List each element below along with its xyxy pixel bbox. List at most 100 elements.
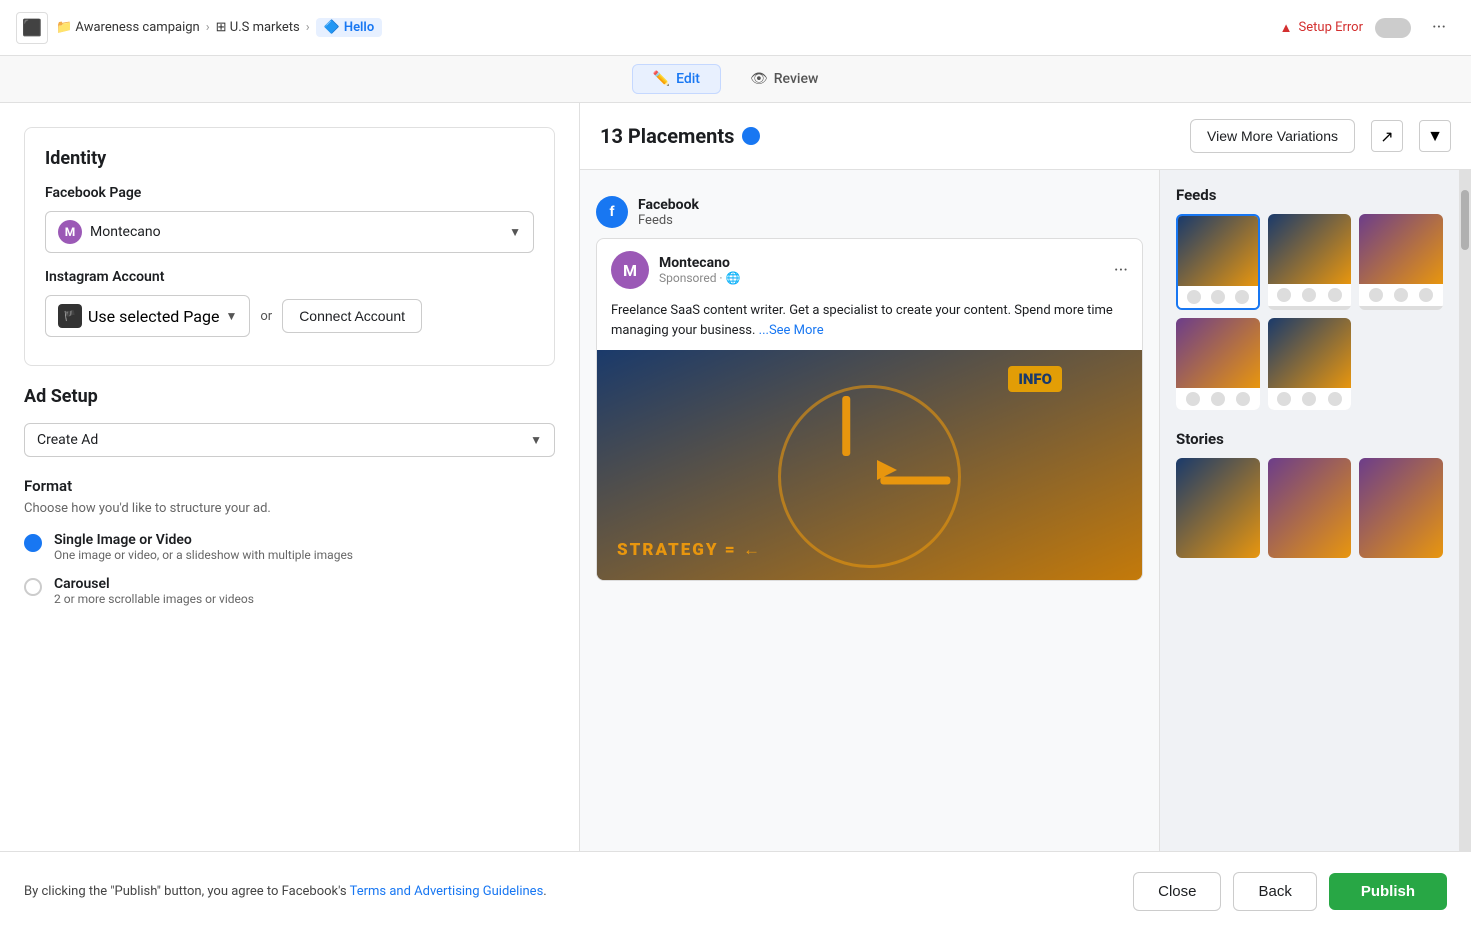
single-image-radio[interactable] (24, 534, 42, 552)
thumbnails-panel: Feeds (1159, 170, 1459, 851)
feed-thumb-3-image (1359, 214, 1443, 284)
terms-link[interactable]: Terms and Advertising Guidelines (350, 884, 544, 899)
topbar: ⬛ 📁 Awareness campaign › ⊞ U.S markets ›… (0, 0, 1471, 56)
expand-icon: ↗ (1380, 127, 1393, 146)
scrollbar-thumb[interactable] (1461, 190, 1469, 250)
topbar-right: ▲ Setup Error ··· (1280, 12, 1455, 44)
stories-section-label: Stories (1176, 430, 1443, 448)
story-thumb-1[interactable] (1176, 458, 1260, 558)
facebook-page-chevron-icon: ▼ (509, 225, 521, 239)
ad-image: INFO STRATEGY = ← (597, 350, 1142, 580)
publish-button[interactable]: Publish (1329, 873, 1447, 910)
feed-thumb-3-controls (1359, 284, 1443, 306)
facebook-label: Facebook (638, 197, 699, 213)
tab-review[interactable]: 👁 Review (729, 64, 839, 94)
thumb-control-8 (1394, 288, 1408, 302)
montecano-avatar: M (58, 220, 82, 244)
story-thumb-3[interactable] (1359, 458, 1443, 558)
breadcrumb-item-hello[interactable]: 🔷 Hello (316, 18, 383, 37)
placements-dot-indicator (742, 127, 760, 145)
feed-thumb-5[interactable] (1268, 318, 1352, 410)
feed-thumb-3[interactable] (1359, 214, 1443, 310)
feed-thumb-1-image (1178, 216, 1258, 286)
connect-account-button[interactable]: Connect Account (282, 299, 422, 333)
feed-thumb-1[interactable] (1176, 214, 1260, 310)
tab-edit[interactable]: ✏️ Edit (632, 64, 721, 94)
instagram-icon: 🏴 (58, 304, 82, 328)
create-ad-chevron-icon: ▼ (530, 433, 542, 447)
facebook-page-inner: M Montecano (58, 220, 509, 244)
feed-thumb-2-controls (1268, 284, 1352, 306)
format-single-image-option[interactable]: Single Image or Video One image or video… (24, 532, 555, 562)
single-image-label: Single Image or Video (54, 532, 353, 548)
facebook-page-select[interactable]: M Montecano ▼ (45, 211, 534, 253)
story-thumb-1-image (1176, 458, 1260, 558)
feed-thumb-4[interactable] (1176, 318, 1260, 410)
grid-icon: ⊞ (216, 20, 227, 35)
back-button[interactable]: Back (1233, 872, 1316, 911)
format-carousel-option[interactable]: Carousel 2 or more scrollable images or … (24, 576, 555, 606)
instagram-row: 🏴 Use selected Page ▼ or Connect Account (45, 295, 534, 337)
breadcrumb-sep-2: › (306, 20, 310, 35)
carousel-radio[interactable] (24, 578, 42, 596)
story-thumb-2[interactable] (1268, 458, 1352, 558)
instagram-account-label: Instagram Account (45, 269, 534, 285)
thumb-control-1 (1187, 290, 1201, 304)
format-label: Format (24, 477, 555, 495)
setup-error-indicator: ▲ Setup Error (1280, 20, 1363, 36)
feed-thumb-4-image (1176, 318, 1260, 388)
feed-thumb-4-controls (1176, 388, 1260, 410)
thumb-control-5 (1302, 288, 1316, 302)
identity-section: Identity Facebook Page M Montecano ▼ Ins… (24, 127, 555, 366)
feeds-thumbnails-grid (1176, 214, 1443, 410)
sidebar-toggle-button[interactable]: ⬛ (16, 12, 48, 44)
right-scrollbar[interactable] (1459, 170, 1471, 851)
more-options-button[interactable]: ··· (1423, 12, 1455, 44)
ad-more-button[interactable]: ··· (1114, 260, 1128, 281)
ad-setup-title: Ad Setup (24, 386, 555, 407)
feeds-section-label: Feeds (1176, 186, 1443, 204)
dropdown-button[interactable]: ▼ (1419, 120, 1451, 152)
single-image-sub: One image or video, or a slideshow with … (54, 548, 353, 562)
bottom-actions: Close Back Publish (1133, 872, 1447, 911)
setup-error-toggle[interactable] (1375, 18, 1411, 38)
dropdown-icon: ▼ (1427, 126, 1443, 146)
thumb-control-13 (1277, 392, 1291, 406)
see-more-link[interactable]: ...See More (759, 323, 824, 338)
carousel-label: Carousel (54, 576, 254, 592)
thumb-control-4 (1277, 288, 1291, 302)
preview-header: 13 Placements View More Variations ↗ ▼ (580, 103, 1471, 170)
page-icon: 🔷 (324, 20, 340, 35)
left-panel: Identity Facebook Page M Montecano ▼ Ins… (0, 103, 580, 851)
or-label: or (260, 309, 272, 324)
feed-thumb-5-controls (1268, 388, 1352, 410)
instagram-use-selected-button[interactable]: 🏴 Use selected Page ▼ (45, 295, 250, 337)
feed-thumb-2[interactable] (1268, 214, 1352, 310)
stories-thumbnails-grid (1176, 458, 1443, 558)
main-content: Identity Facebook Page M Montecano ▼ Ins… (0, 103, 1471, 851)
close-button[interactable]: Close (1133, 872, 1221, 911)
breadcrumb-item-awareness[interactable]: 📁 Awareness campaign (56, 20, 200, 35)
info-badge: INFO (1008, 366, 1062, 392)
feed-thumb-5-image (1268, 318, 1352, 388)
instagram-chevron-icon: ▼ (225, 309, 237, 323)
expand-button[interactable]: ↗ (1371, 120, 1403, 152)
view-more-variations-button[interactable]: View More Variations (1190, 119, 1355, 153)
thumb-control-3 (1235, 290, 1249, 304)
placements-count: 13 Placements (600, 124, 760, 148)
folder-icon: 📁 (56, 20, 72, 35)
preview-area: f Facebook Feeds M Montecano Sponsored ·… (580, 170, 1471, 851)
ad-advertiser-name: Montecano (659, 255, 741, 271)
ad-sponsored-label: Sponsored · 🌐 (659, 271, 741, 285)
thumb-control-7 (1369, 288, 1383, 302)
breadcrumb-item-markets[interactable]: ⊞ U.S markets (216, 20, 300, 35)
thumb-control-9 (1419, 288, 1433, 302)
feeds-label: Feeds (638, 213, 699, 228)
facebook-feeds-label: f Facebook Feeds (596, 186, 1143, 238)
ad-body-text: Freelance SaaS content writer. Get a spe… (597, 301, 1142, 350)
tabbar: ✏️ Edit 👁 Review (0, 56, 1471, 103)
ad-preview: f Facebook Feeds M Montecano Sponsored ·… (580, 170, 1159, 851)
facebook-logo: f (596, 196, 628, 228)
create-ad-select[interactable]: Create Ad ▼ (24, 423, 555, 457)
footer-disclaimer: By clicking the "Publish" button, you ag… (24, 884, 547, 899)
